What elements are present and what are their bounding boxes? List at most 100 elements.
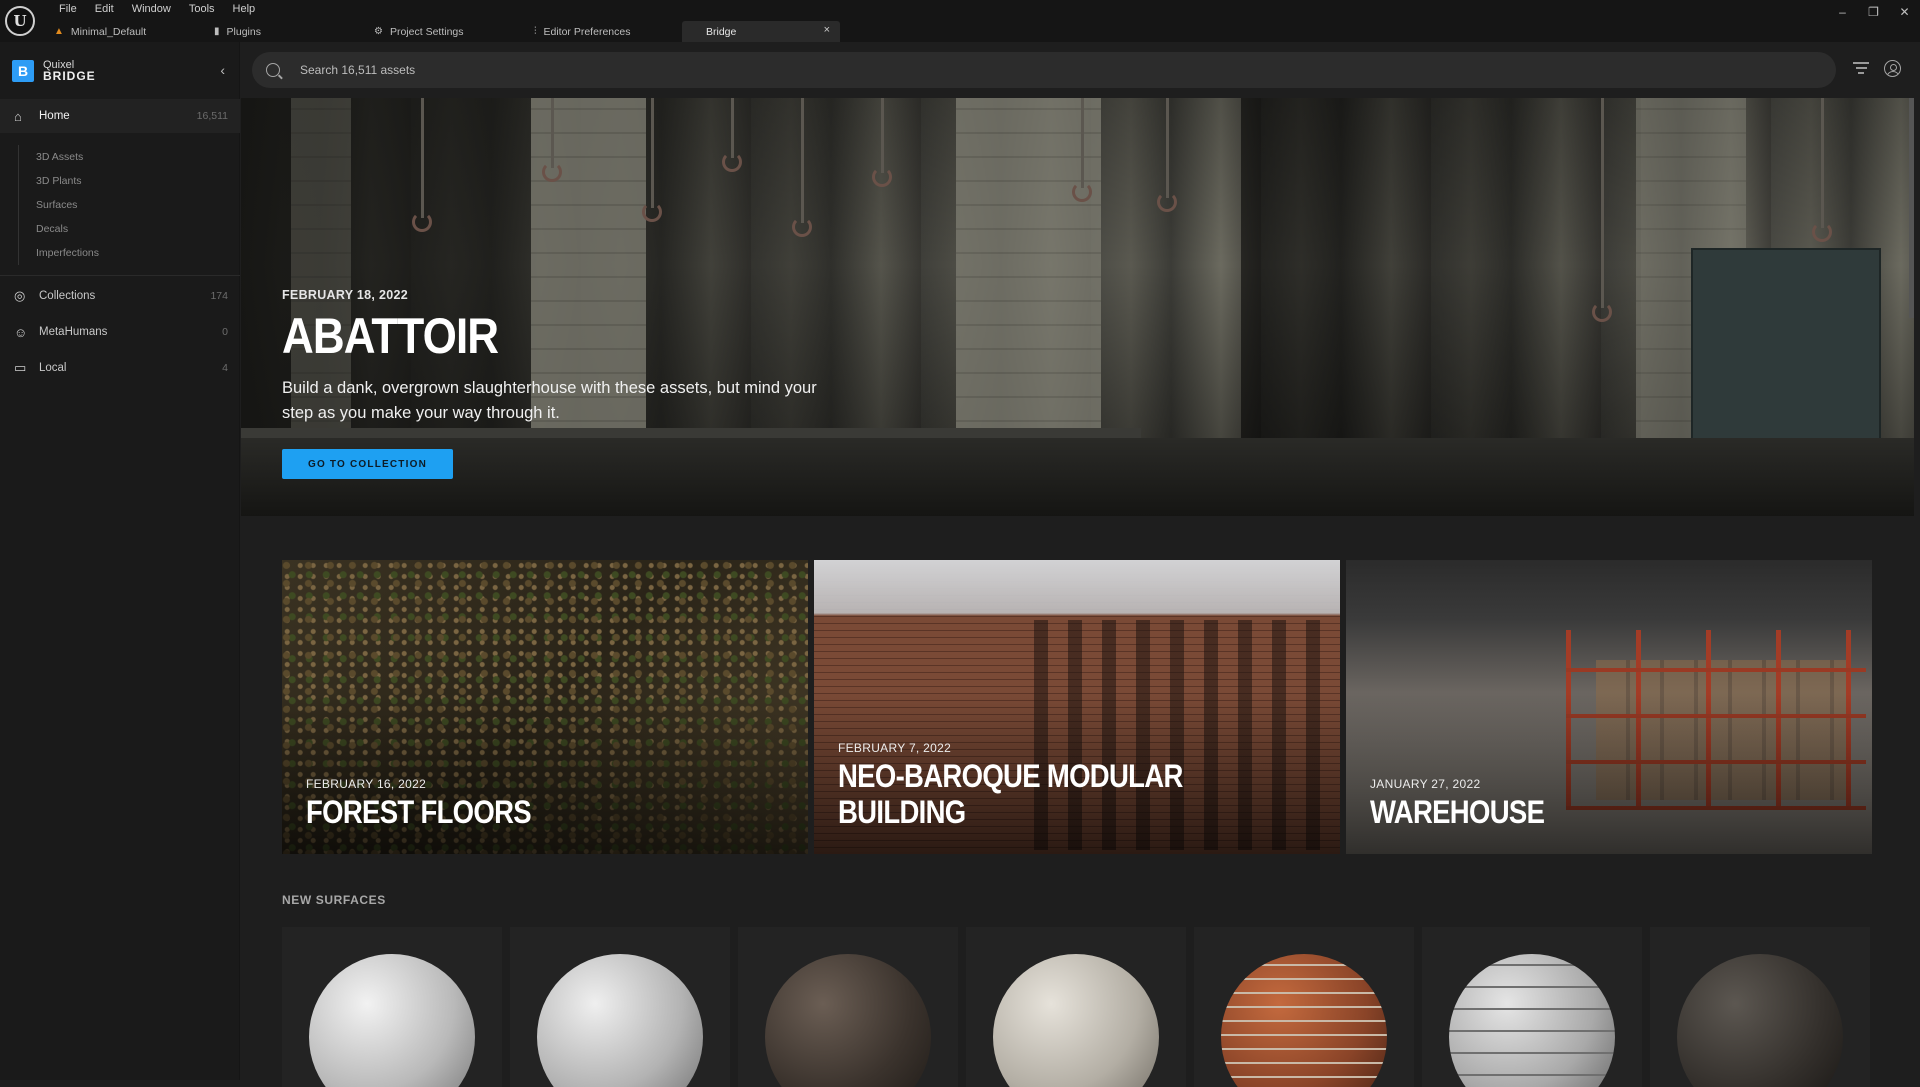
- sidebar-divider: [0, 275, 240, 276]
- card-title: NEO-BAROQUE MODULAR BUILDING: [838, 758, 1183, 830]
- plug-icon: ▮: [214, 26, 220, 37]
- sliders-icon: ⫶: [534, 26, 537, 37]
- hero-date: FEBRUARY 18, 2022: [282, 288, 408, 302]
- tab-editor-preferences[interactable]: ⫶ Editor Preferences: [522, 21, 682, 42]
- surface-preview-sphere: [1677, 954, 1843, 1087]
- tab-label: Editor Preferences: [543, 25, 631, 38]
- search-input[interactable]: [300, 63, 1500, 77]
- bridge-logo-icon: B: [12, 60, 34, 82]
- sidebar-subitem-decals[interactable]: Decals: [36, 217, 218, 241]
- unreal-logo-icon[interactable]: U: [5, 6, 35, 36]
- hero-decor: [872, 98, 892, 187]
- hero-decor: [542, 98, 562, 182]
- home-subcategories: 3D Assets 3D Plants Surfaces Decals Impe…: [18, 145, 218, 265]
- menu-tools[interactable]: Tools: [180, 2, 224, 16]
- tab-minimal-default[interactable]: ▲ Minimal_Default: [42, 21, 202, 42]
- surface-preview-sphere: [993, 954, 1159, 1087]
- editor-tabs: ▲ Minimal_Default ▮ Plugins ⚙ Project Se…: [42, 21, 840, 42]
- tab-bridge[interactable]: Bridge ×: [682, 21, 840, 42]
- close-icon[interactable]: ×: [824, 24, 830, 36]
- chevron-left-icon[interactable]: ‹: [220, 62, 225, 78]
- close-window-button[interactable]: ✕: [1889, 0, 1920, 24]
- card-text: FEBRUARY 16, 2022 FOREST FLOORS: [306, 777, 726, 830]
- menu-bar: File Edit Window Tools Help: [50, 2, 264, 16]
- card-date: FEBRUARY 7, 2022: [838, 741, 952, 755]
- tab-plugins[interactable]: ▮ Plugins: [202, 21, 362, 42]
- sidebar-subitem-surfaces[interactable]: Surfaces: [36, 193, 218, 217]
- tab-label: Minimal_Default: [70, 25, 147, 38]
- feature-card-forest-floors[interactable]: FEBRUARY 16, 2022 FOREST FLOORS: [282, 560, 808, 854]
- sidebar-subitem-3d-plants[interactable]: 3D Plants: [36, 169, 218, 193]
- new-surfaces-list: [282, 927, 1870, 1087]
- sidebar-item-count: 16,511: [196, 110, 228, 122]
- monitor-icon: ▭: [14, 360, 27, 375]
- sidebar: B Quixel BRIDGE ‹ ⌂ Home 16,511 3D Asset…: [0, 42, 240, 1080]
- hero-description: Build a dank, overgrown slaughterhouse w…: [282, 379, 817, 422]
- search-icon: [266, 63, 280, 77]
- card-text: JANUARY 27, 2022 WAREHOUSE: [1370, 777, 1790, 830]
- menu-help[interactable]: Help: [224, 2, 265, 16]
- surface-preview-sphere: [309, 954, 475, 1087]
- menu-file[interactable]: File: [50, 2, 86, 16]
- sidebar-item-collections[interactable]: ◎ Collections 174: [0, 279, 240, 313]
- hero-decor: [1592, 98, 1612, 322]
- feature-card-neo-baroque[interactable]: FEBRUARY 7, 2022 NEO-BAROQUE MODULAR BUI…: [814, 560, 1340, 854]
- tab-label: Project Settings: [389, 25, 464, 38]
- surface-tile[interactable]: [1194, 927, 1414, 1087]
- card-text: FEBRUARY 7, 2022 NEO-BAROQUE MODULAR BUI…: [838, 741, 1258, 830]
- surface-preview-sphere: [765, 954, 931, 1087]
- sidebar-item-label: Home: [39, 110, 70, 122]
- hero-decor: [412, 98, 432, 232]
- card-date: FEBRUARY 16, 2022: [306, 777, 427, 791]
- surface-tile[interactable]: [738, 927, 958, 1087]
- menu-edit[interactable]: Edit: [86, 2, 123, 16]
- window-controls: – ❐ ✕: [1827, 0, 1920, 24]
- hero-content: FEBRUARY 18, 2022 ABATTOIR Build a dank,…: [282, 288, 842, 479]
- card-title: WAREHOUSE: [1370, 794, 1545, 830]
- hero-title: ABATTOIR: [282, 308, 499, 364]
- sidebar-item-label: MetaHumans: [39, 326, 108, 338]
- hero-decor: [722, 98, 742, 172]
- tab-label: Plugins: [226, 25, 261, 38]
- tab-project-settings[interactable]: ⚙ Project Settings: [362, 21, 522, 42]
- surface-tile[interactable]: [1650, 927, 1870, 1087]
- brand-line-2: BRIDGE: [43, 69, 96, 83]
- search-bar: [252, 52, 1836, 88]
- brand-text: Quixel BRIDGE: [43, 60, 96, 83]
- hero-decor: [792, 98, 812, 237]
- go-to-collection-button[interactable]: GO TO COLLECTION: [282, 449, 453, 479]
- scrollbar[interactable]: [1909, 98, 1914, 318]
- surface-preview-sphere: [1449, 954, 1615, 1087]
- hero-banner[interactable]: FEBRUARY 18, 2022 ABATTOIR Build a dank,…: [241, 98, 1914, 516]
- sidebar-subitem-3d-assets[interactable]: 3D Assets: [36, 145, 218, 169]
- surface-tile[interactable]: [282, 927, 502, 1087]
- sidebar-item-home[interactable]: ⌂ Home 16,511: [0, 99, 240, 133]
- sidebar-item-local[interactable]: ▭ Local 4: [0, 351, 240, 385]
- person-icon: ☺: [14, 324, 28, 340]
- sidebar-item-count: 0: [222, 326, 228, 338]
- account-icon[interactable]: [1884, 60, 1901, 77]
- hero-decor: [642, 98, 662, 222]
- sidebar-subitem-imperfections[interactable]: Imperfections: [36, 241, 218, 265]
- restore-button[interactable]: ❐: [1858, 0, 1889, 24]
- surface-preview-sphere: [1221, 954, 1387, 1087]
- sidebar-item-count: 4: [222, 362, 228, 374]
- globe-icon: ◎: [14, 288, 26, 303]
- hero-decor: [1072, 98, 1092, 202]
- surface-tile[interactable]: [966, 927, 1186, 1087]
- bridge-logo[interactable]: B Quixel BRIDGE: [12, 60, 96, 82]
- surface-tile[interactable]: [510, 927, 730, 1087]
- feature-card-warehouse[interactable]: JANUARY 27, 2022 WAREHOUSE: [1346, 560, 1872, 854]
- surface-tile[interactable]: [1422, 927, 1642, 1087]
- hero-decor: [1812, 98, 1832, 242]
- sidebar-item-count: 174: [210, 290, 228, 302]
- sidebar-item-label: Collections: [39, 290, 96, 302]
- filter-icon[interactable]: [1853, 62, 1869, 77]
- minimize-button[interactable]: –: [1827, 0, 1858, 24]
- sidebar-item-metahumans[interactable]: ☺ MetaHumans 0: [0, 315, 240, 349]
- tab-label: Bridge: [706, 25, 737, 38]
- sidebar-item-label: Local: [39, 362, 67, 374]
- menu-window[interactable]: Window: [123, 2, 180, 16]
- card-date: JANUARY 27, 2022: [1370, 777, 1481, 791]
- hero-decor: [1157, 98, 1177, 212]
